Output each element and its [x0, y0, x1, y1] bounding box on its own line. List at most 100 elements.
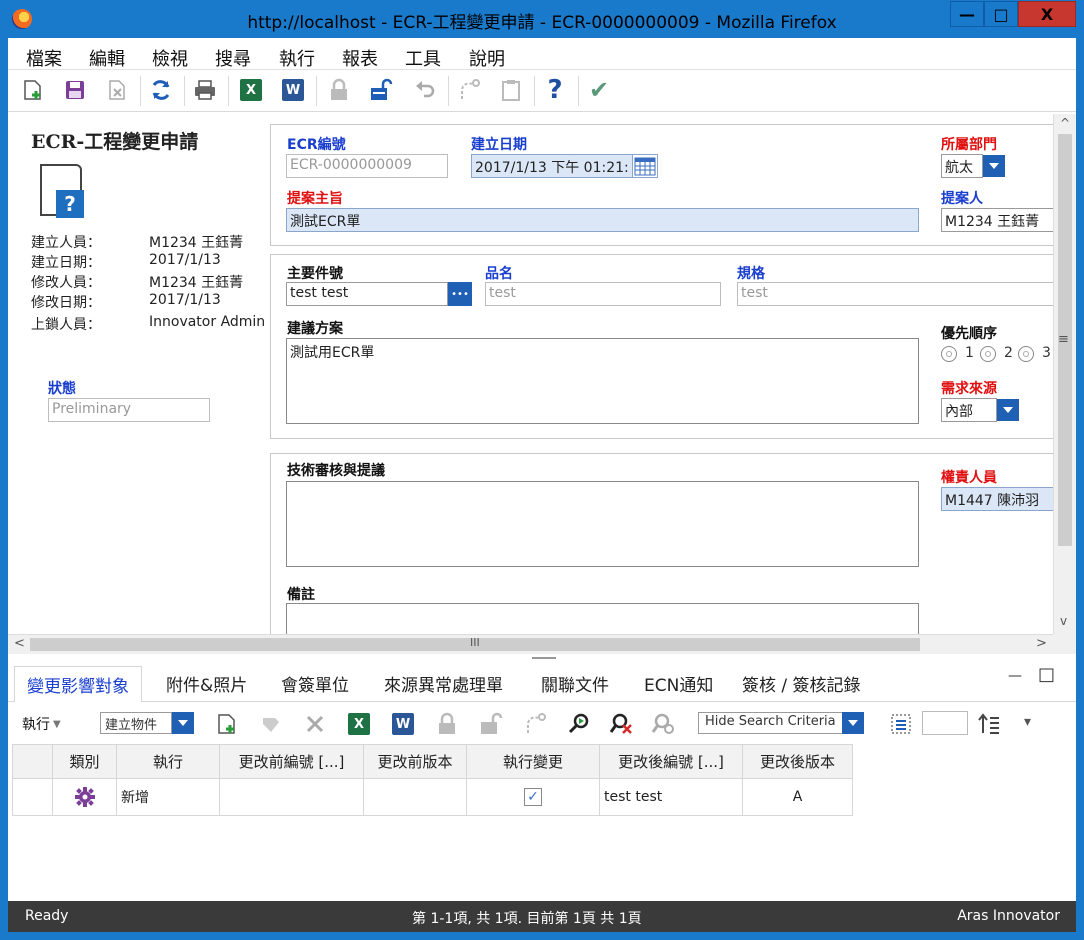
claim-button[interactable]	[498, 77, 524, 103]
demand-source-select[interactable]: 內部	[941, 398, 997, 422]
calendar-button[interactable]	[632, 154, 658, 178]
priority-radio-1[interactable]	[941, 346, 957, 362]
grid-header-action[interactable]: 執行	[117, 744, 220, 779]
menu-help[interactable]: 說明	[469, 45, 505, 71]
department-select[interactable]: 航太	[941, 154, 983, 178]
minimize-button[interactable]: —	[950, 1, 984, 27]
new-button[interactable]	[20, 77, 46, 103]
pane-minimize-button[interactable]: —	[1008, 668, 1022, 684]
form-vertical-scrollbar[interactable]: ^ ≡ v	[1053, 114, 1076, 634]
menu-execute[interactable]: 執行	[279, 45, 315, 71]
grid-header-select[interactable]	[12, 744, 53, 779]
grid-header-category[interactable]: 類別	[53, 744, 117, 779]
main-part-browse-button[interactable]: •••	[448, 282, 472, 306]
menu-file[interactable]: 檔案	[26, 45, 62, 71]
table-row-after-no-cell[interactable]: test test	[600, 779, 743, 816]
tab-affected-items[interactable]: 變更影響對象	[14, 666, 142, 706]
menu-search[interactable]: 搜尋	[215, 45, 251, 71]
table-row-category-cell[interactable]	[53, 779, 117, 816]
table-row-after-rev-cell[interactable]: A	[743, 779, 853, 816]
scroll-up-icon[interactable]: ^	[1060, 116, 1070, 130]
execute-menu-button[interactable]: 執行 ▼	[22, 714, 61, 734]
proposal-textarea[interactable]: 測試用ECR單	[286, 338, 919, 424]
grid-header-after-no[interactable]: 更改後編號 [...]	[600, 744, 743, 779]
table-row-before-rev-cell[interactable]	[364, 779, 467, 816]
grid-clear-search-button[interactable]	[608, 711, 634, 737]
page-size-input[interactable]	[922, 711, 968, 735]
scroll-right-icon[interactable]: >	[1036, 636, 1047, 651]
proposer-field[interactable]: M1234 王鈺菁	[941, 208, 1053, 232]
grid-select-columns-button[interactable]	[888, 711, 914, 737]
grid-sort-button[interactable]	[976, 711, 1002, 737]
scroll-grip-icon: III	[470, 636, 480, 649]
export-excel-button[interactable]: X	[238, 77, 264, 103]
grid-promote-button[interactable]	[522, 711, 548, 737]
grid-disable-search-button[interactable]	[650, 711, 676, 737]
menu-tools[interactable]: 工具	[405, 45, 441, 71]
grid-remove-button[interactable]	[302, 711, 328, 737]
unlock-button[interactable]	[368, 77, 394, 103]
remarks-textarea[interactable]	[286, 603, 919, 634]
demand-source-dropdown-button[interactable]	[997, 399, 1019, 421]
meta-label-modified-on: 修改日期：	[31, 295, 101, 311]
tab-approval[interactable]: 簽核 / 簽核記錄	[742, 671, 861, 696]
table-row-before-no-cell[interactable]	[220, 779, 364, 816]
grid-header-execute-change[interactable]: 執行變更	[467, 744, 600, 779]
form-horizontal-scrollbar[interactable]: < III >	[8, 634, 1053, 654]
close-button[interactable]: X	[1018, 1, 1076, 27]
table-row-action-cell[interactable]: 新增	[117, 779, 220, 816]
search-mode-dropdown-button[interactable]	[842, 712, 864, 734]
scroll-left-icon[interactable]: <	[14, 636, 25, 651]
create-item-select[interactable]: 建立物件	[100, 712, 172, 734]
save-button[interactable]	[62, 77, 88, 103]
table-row-select-cell[interactable]	[12, 779, 53, 816]
tab-signoff-units[interactable]: 會簽單位	[281, 671, 349, 696]
main-part-field[interactable]: test test	[286, 282, 448, 306]
export-word-button[interactable]: W	[280, 77, 306, 103]
refresh-button[interactable]	[148, 77, 174, 103]
print-button[interactable]	[192, 77, 218, 103]
grid-header-after-rev[interactable]: 更改後版本	[743, 744, 853, 779]
execute-change-checkbox[interactable]: ✓	[524, 788, 542, 806]
promote-button[interactable]	[456, 77, 482, 103]
tab-source-anomaly[interactable]: 來源異常處理單	[384, 671, 503, 696]
pane-maximize-button[interactable]: □	[1038, 664, 1055, 685]
responsible-field[interactable]: M1447 陳沛羽	[941, 487, 1053, 511]
delete-button[interactable]	[104, 77, 130, 103]
grid-more-button[interactable]: ▾	[1024, 714, 1031, 730]
done-button[interactable]: ✔	[586, 76, 612, 104]
table-row-execute-change-cell[interactable]: ✓	[467, 779, 600, 816]
calendar-icon	[634, 157, 656, 176]
priority-radio-3[interactable]	[1018, 346, 1034, 362]
priority-radio-2[interactable]	[980, 346, 996, 362]
tab-ecn-notice[interactable]: ECN通知	[644, 671, 713, 696]
tab-attachments[interactable]: 附件&照片	[166, 671, 247, 696]
maximize-button[interactable]: □	[984, 1, 1018, 27]
search-mode-select[interactable]: Hide Search Criteria	[698, 712, 844, 734]
grid-search-button[interactable]	[566, 711, 592, 737]
scroll-down-icon[interactable]: v	[1060, 614, 1067, 628]
undo-button[interactable]	[412, 77, 438, 103]
create-item-dropdown-button[interactable]	[172, 712, 194, 734]
help-button[interactable]: ?	[542, 75, 568, 105]
lock-button[interactable]	[326, 77, 352, 103]
created-date-field[interactable]: 2017/1/13 下午 01:21:	[471, 154, 633, 178]
grid-header-before-rev[interactable]: 更改前版本	[364, 744, 467, 779]
grid-unlock-button[interactable]	[478, 711, 504, 737]
grid-export-excel-button[interactable]: X	[346, 711, 372, 737]
grid-export-word-button[interactable]: W	[390, 711, 416, 737]
grid-header-before-no[interactable]: 更改前編號 [...]	[220, 744, 364, 779]
menu-edit[interactable]: 編輯	[89, 45, 125, 71]
tab-related-docs[interactable]: 關聯文件	[541, 671, 609, 696]
tech-review-textarea[interactable]	[286, 481, 919, 567]
department-dropdown-button[interactable]	[983, 155, 1005, 177]
pane-splitter[interactable]	[8, 654, 1076, 662]
grid-lock-button[interactable]	[434, 711, 460, 737]
grid-pick-button[interactable]	[258, 711, 284, 737]
grid-add-button[interactable]	[214, 711, 240, 737]
menu-view[interactable]: 檢視	[152, 45, 188, 71]
delete-document-icon	[109, 80, 125, 100]
search-disabled-icon	[651, 713, 674, 734]
subject-field[interactable]: 測試ECR單	[286, 208, 919, 232]
menu-report[interactable]: 報表	[342, 45, 378, 71]
